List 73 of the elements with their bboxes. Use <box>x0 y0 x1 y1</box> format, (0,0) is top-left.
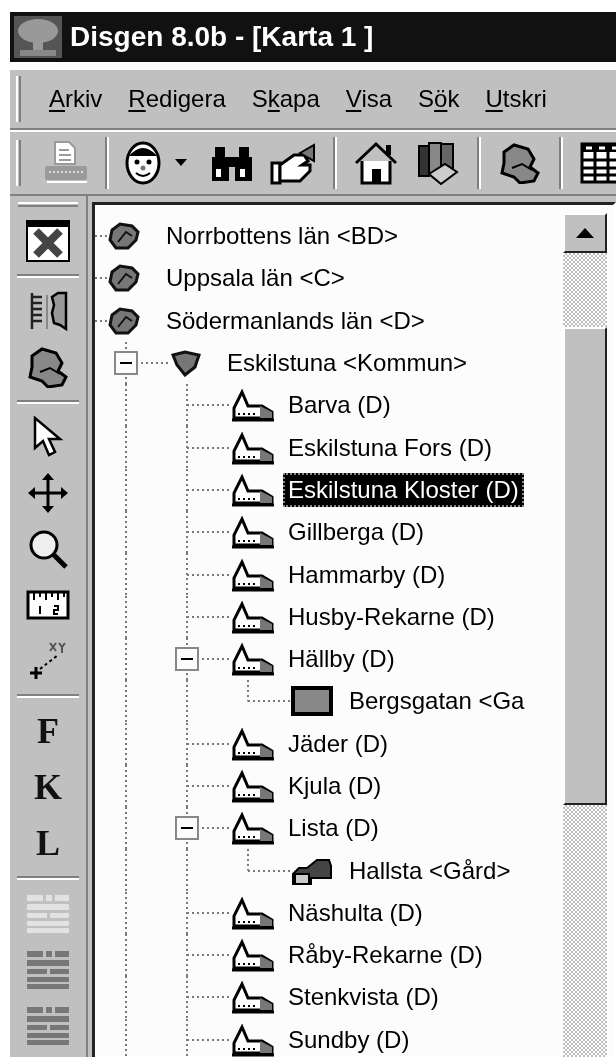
region-map-icon <box>108 306 142 335</box>
tree-line <box>95 277 108 280</box>
church-icon <box>230 895 276 930</box>
church-icon <box>230 726 276 761</box>
region-map-icon <box>108 264 142 293</box>
church-icon <box>230 599 276 634</box>
tree-item[interactable]: Södermanlands län <D> <box>161 303 430 338</box>
up-arrow-icon <box>576 228 594 238</box>
tree-item[interactable]: Hammarby (D) <box>283 557 451 592</box>
tree-icon <box>14 16 62 58</box>
menu-item[interactable]: Sök <box>402 81 470 117</box>
scroll-thumb[interactable] <box>563 327 607 805</box>
church-icon <box>230 811 276 846</box>
tree-item[interactable]: Råby-Rekarne (D) <box>283 938 488 973</box>
church-icon <box>230 430 276 465</box>
tree-line <box>95 235 108 238</box>
tree-item[interactable]: Eskilstuna <Kommun> <box>222 346 473 381</box>
church-icon <box>230 642 276 677</box>
search-icon <box>27 528 69 570</box>
tree-line <box>95 319 108 322</box>
collapse-toggle[interactable] <box>174 647 199 672</box>
menu-item[interactable]: Arkiv <box>33 81 113 117</box>
scroll-up-button[interactable] <box>563 213 607 253</box>
menu-item[interactable]: Visa <box>329 81 403 117</box>
church-icon <box>230 472 276 507</box>
tree-item[interactable]: Eskilstuna Kloster (D) <box>283 472 524 507</box>
move-icon <box>27 472 69 514</box>
letter-button[interactable]: F <box>16 703 80 759</box>
arrow-pointer-icon <box>31 416 65 458</box>
region-map-icon <box>108 222 142 251</box>
church-icon <box>230 769 276 803</box>
tree-item[interactable]: Husby-Rekarne (D) <box>283 599 500 634</box>
letter-button[interactable]: K <box>16 759 80 815</box>
tree-item[interactable]: Näshulta (D) <box>283 895 428 930</box>
ruler-icon <box>26 590 70 620</box>
tree-item[interactable]: Gillberga (D) <box>283 515 430 550</box>
map-icon <box>498 142 542 184</box>
map-icon <box>26 346 70 388</box>
layout-lines-icon <box>25 949 71 989</box>
window-title: Disgen 8.0b - [Karta 1 ] <box>70 20 374 54</box>
collapse-toggle[interactable] <box>174 816 199 841</box>
tree-item[interactable]: Sundby (D) <box>283 1022 415 1057</box>
tree-item[interactable]: Norrbottens län <BD> <box>161 219 404 254</box>
church-icon <box>230 938 276 973</box>
hand-icon <box>270 141 318 185</box>
tree-item[interactable]: Jäder (D) <box>283 726 394 761</box>
layout-lines-icon <box>25 893 71 933</box>
rectangle-icon <box>291 686 333 717</box>
menu-item[interactable]: Utskri <box>469 81 557 117</box>
tree-item[interactable]: Hällby (D) <box>283 642 400 677</box>
tree-item[interactable]: Lista (D) <box>283 811 384 846</box>
crosshair-xy-icon <box>28 641 68 681</box>
house-icon <box>353 141 399 185</box>
collapse-toggle[interactable] <box>113 351 138 376</box>
church-icon <box>230 515 276 550</box>
close-icon <box>26 220 70 262</box>
printer-icon <box>43 140 89 186</box>
tree-item[interactable]: Eskilstuna Fors (D) <box>283 430 498 465</box>
tree-item[interactable]: Uppsala län <C> <box>161 261 350 296</box>
church-icon <box>230 980 276 1015</box>
church-icon <box>230 388 276 423</box>
tree-item[interactable]: Stenkvista (D) <box>283 980 444 1015</box>
letter-button[interactable]: L <box>16 815 80 871</box>
layout-lines-icon <box>25 1005 71 1045</box>
tree-item[interactable]: Bergsgatan <Ga <box>344 684 530 719</box>
church-icon <box>230 557 276 592</box>
menu-item[interactable]: Redigera <box>112 81 236 117</box>
books-icon <box>415 140 461 186</box>
tree-item[interactable]: Barva (D) <box>283 388 396 423</box>
tree-item[interactable]: Hallsta <Gård> <box>344 853 516 888</box>
tree-item[interactable]: Kjula (D) <box>283 769 387 803</box>
shield-icon <box>169 349 203 378</box>
menu-item[interactable]: Skapa <box>235 81 330 117</box>
